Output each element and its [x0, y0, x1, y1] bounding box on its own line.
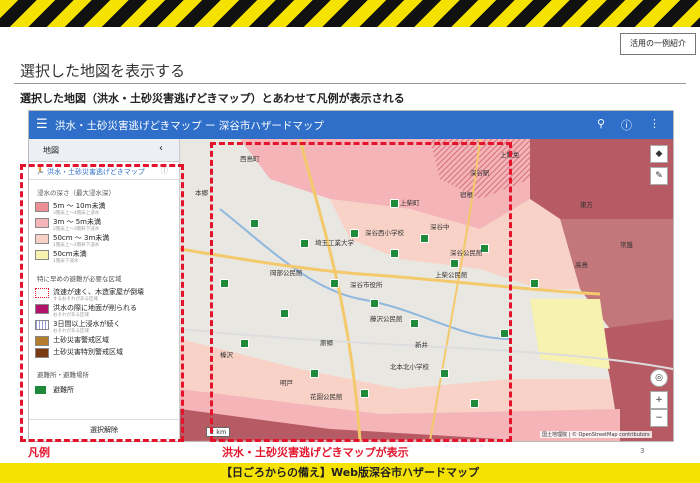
panel-title: 地図 [43, 146, 59, 155]
zoom-in-button[interactable]: + [650, 391, 668, 409]
zoom-out-button[interactable]: − [650, 409, 668, 427]
layers-icon[interactable]: ◆ [650, 145, 668, 163]
panel-header: 地図 ‹ [29, 139, 179, 162]
locate-icon[interactable]: ◎ [650, 369, 668, 387]
menu-icon[interactable]: ☰ [36, 117, 48, 132]
slide-subtitle: 選択した地図（洪水・土砂災害逃げどきマップ）とあわせて凡例が表示される [20, 92, 405, 105]
map-label: 常盤 [620, 241, 633, 249]
search-icon[interactable]: ⚲ [597, 117, 605, 130]
edit-icon[interactable]: ✎ [650, 167, 668, 185]
slide-title: 選択した地図を表示する [20, 62, 186, 80]
footer-banner: 【日ごろからの備え】Web版深谷市ハザードマップ [0, 463, 700, 483]
chevron-left-icon[interactable]: ‹ [159, 143, 163, 154]
legend-caption: 凡例 [28, 446, 50, 459]
shelter-marker[interactable] [530, 279, 539, 288]
map-attribution[interactable]: 国土地理院 | © OpenStreetMap contributors [540, 431, 652, 438]
map-label: 高島 [575, 261, 588, 269]
title-divider [14, 83, 686, 84]
map-highlight-box [210, 142, 512, 442]
app-title: 洪水・土砂災害逃げどきマップ ー 深谷市ハザードマップ [55, 120, 324, 132]
map-caption: 洪水・土砂災害逃げどきマップが表示 [222, 446, 409, 459]
map-label: 本郷 [195, 189, 208, 197]
page-number: 3 [640, 447, 645, 455]
legend-highlight-box [20, 164, 184, 442]
map-label: 東方 [580, 201, 593, 209]
app-header: ☰ 洪水・土砂災害逃げどきマップ ー 深谷市ハザードマップ ⚲ ⓘ ⋮ [29, 111, 673, 139]
example-usage-button[interactable]: 活用の一例紹介 [620, 33, 696, 55]
hazard-stripe-banner [0, 0, 700, 27]
more-vert-icon[interactable]: ⋮ [649, 117, 660, 130]
help-icon[interactable]: ⓘ [621, 117, 632, 133]
